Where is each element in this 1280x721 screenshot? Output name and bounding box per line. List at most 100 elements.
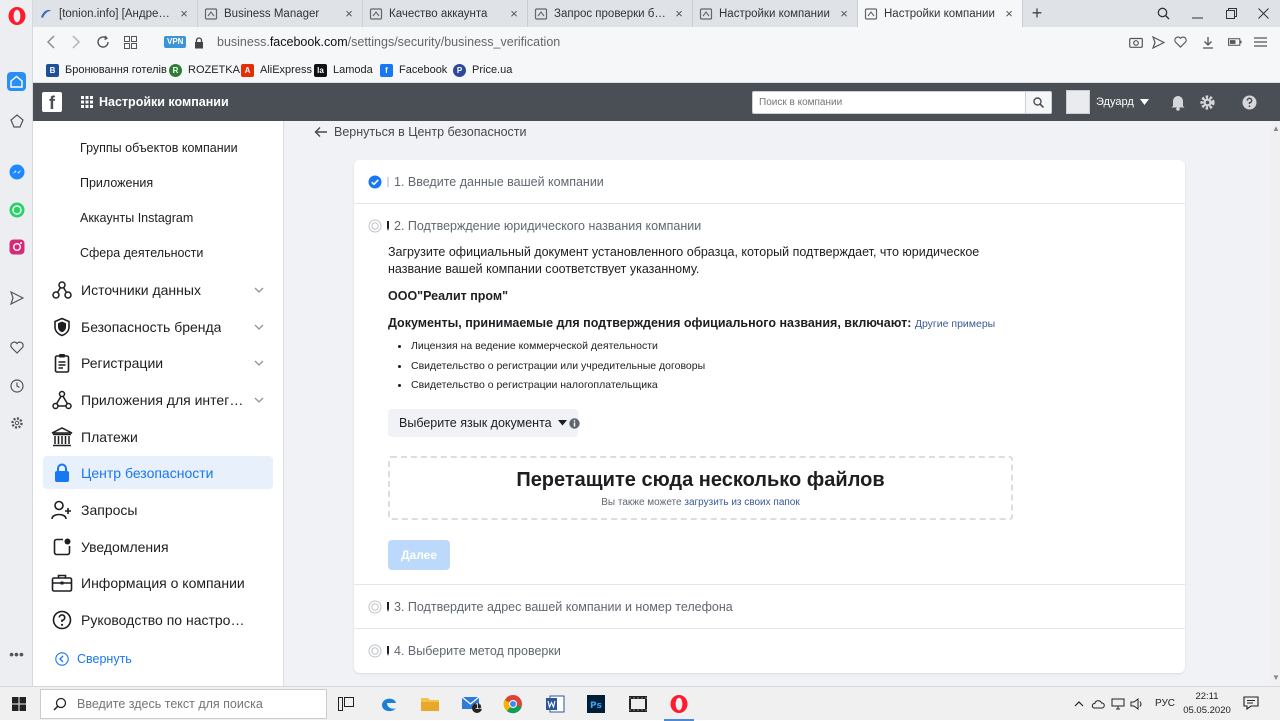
account-switcher[interactable]: Эдуард bbox=[1066, 90, 1149, 114]
menu-icon[interactable] bbox=[1253, 35, 1267, 49]
bookmark-lamoda[interactable]: la Lamoda bbox=[314, 62, 373, 78]
bookmark-facebook[interactable]: f Facebook bbox=[380, 62, 447, 78]
next-button[interactable]: Далее bbox=[388, 540, 450, 570]
sidebar-item-integrations[interactable]: Приложения для интеграции bbox=[43, 383, 273, 416]
taskbar-search-input[interactable] bbox=[77, 697, 317, 711]
bookmark-aliexpress[interactable]: A AliExpress bbox=[241, 62, 312, 78]
sidebar-subitem[interactable]: Аккаунты Instagram bbox=[80, 211, 193, 225]
edge-icon[interactable] bbox=[377, 692, 401, 716]
search-input[interactable] bbox=[753, 92, 1025, 113]
lock-icon[interactable] bbox=[191, 35, 207, 51]
browser-tab-active[interactable]: Настройки компании × bbox=[858, 0, 1023, 27]
vpn-badge[interactable]: VPN bbox=[164, 36, 187, 48]
windows-start-icon[interactable] bbox=[12, 697, 26, 711]
close-tab-icon[interactable]: × bbox=[837, 6, 851, 21]
send-icon[interactable] bbox=[1151, 35, 1165, 49]
url-field[interactable]: business.facebook.com/settings/security/… bbox=[217, 35, 560, 49]
step-1[interactable]: 1. Введите данные вашей компании bbox=[354, 160, 1185, 204]
apps-grid-icon[interactable] bbox=[81, 96, 93, 108]
system-clock[interactable]: 22:11 05.05.2020 bbox=[1182, 690, 1232, 718]
camera-icon[interactable] bbox=[1129, 35, 1143, 49]
video-editor-icon[interactable] bbox=[626, 692, 650, 716]
scroll-up-icon[interactable]: ▲ bbox=[1272, 125, 1280, 133]
more-icon[interactable]: ••• bbox=[7, 644, 26, 663]
home-icon[interactable] bbox=[7, 72, 26, 91]
collapse-sidebar-button[interactable]: Свернуть bbox=[55, 652, 132, 666]
bookmark-price[interactable]: P Price.ua bbox=[453, 62, 512, 78]
sidebar-item-security-center[interactable]: Центр безопасности bbox=[43, 456, 273, 489]
sidebar-subitem[interactable]: Приложения bbox=[80, 176, 153, 190]
settings-gear-icon[interactable] bbox=[7, 413, 26, 432]
network-icon[interactable] bbox=[1111, 697, 1125, 711]
sidebar-subitem[interactable]: Сфера деятельности bbox=[80, 246, 203, 260]
close-tab-icon[interactable]: × bbox=[672, 6, 686, 21]
chrome-icon[interactable] bbox=[501, 692, 525, 716]
close-tab-icon[interactable]: × bbox=[507, 6, 521, 21]
photoshop-icon[interactable]: Ps bbox=[584, 692, 608, 716]
info-icon[interactable] bbox=[569, 418, 580, 429]
new-tab-button[interactable]: + bbox=[1027, 3, 1047, 23]
messenger-icon[interactable] bbox=[7, 162, 26, 181]
sidebar-item-company-info[interactable]: Информация о компании bbox=[43, 566, 273, 599]
browser-tab[interactable]: Business Manager × bbox=[198, 0, 363, 27]
opera-logo-icon[interactable] bbox=[7, 6, 27, 26]
close-tab-icon[interactable]: × bbox=[342, 6, 356, 21]
step-3[interactable]: 3. Подтвердите адрес вашей компании и но… bbox=[354, 585, 1185, 629]
browser-tab[interactable]: Качество аккаунта × bbox=[363, 0, 528, 27]
cloud-icon[interactable] bbox=[1091, 697, 1105, 711]
search-button[interactable] bbox=[1025, 92, 1051, 113]
file-dropzone[interactable]: Перетащите сюда несколько файлов Вы такж… bbox=[388, 456, 1013, 520]
tabs-grid-icon[interactable] bbox=[122, 34, 138, 50]
sidebar-item-brand-safety[interactable]: Безопасность бренда bbox=[43, 310, 273, 343]
help-icon[interactable] bbox=[1240, 93, 1258, 111]
sidebar-item-payments[interactable]: Платежи bbox=[43, 420, 273, 453]
scroll-down-icon[interactable]: ▼ bbox=[1272, 674, 1280, 682]
close-tab-icon[interactable]: × bbox=[1002, 6, 1016, 21]
bookmark-rozetka[interactable]: R ROZETKA bbox=[169, 62, 240, 78]
sidebar-item-requests[interactable]: Запросы bbox=[43, 493, 273, 526]
page-scrollbar[interactable]: ▲ ▼ bbox=[1271, 121, 1280, 686]
browser-tab[interactable]: [tonion.info] [Андрей Мизь × bbox=[33, 0, 198, 27]
volume-icon[interactable] bbox=[1130, 697, 1144, 711]
chevron-up-icon[interactable] bbox=[1072, 697, 1086, 711]
sidebar-item-notifications[interactable]: Уведомления bbox=[43, 530, 273, 563]
sidebar-item-registrations[interactable]: Регистрации bbox=[43, 346, 273, 379]
sidebar-item-setup-guide[interactable]: Руководство по настройке bbox=[43, 603, 273, 636]
word-icon[interactable] bbox=[543, 692, 567, 716]
browser-tab[interactable]: Запрос проверки бизнес × bbox=[528, 0, 693, 27]
upload-from-folders-link[interactable]: загрузить из своих папок bbox=[684, 497, 799, 508]
download-icon[interactable] bbox=[1201, 35, 1215, 49]
document-language-select[interactable]: Выберите язык документа bbox=[388, 409, 578, 437]
battery-icon[interactable] bbox=[1228, 35, 1242, 49]
step-4[interactable]: 4. Выберите метод проверки bbox=[354, 629, 1185, 673]
send-icon[interactable] bbox=[7, 288, 26, 307]
action-center-icon[interactable] bbox=[1243, 696, 1259, 710]
other-examples-link[interactable]: Другие примеры bbox=[915, 318, 995, 330]
heart-icon[interactable] bbox=[1173, 35, 1187, 49]
back-to-security-center-link[interactable]: Вернуться в Центр безопасности bbox=[314, 125, 527, 139]
search-tabs-icon[interactable] bbox=[1146, 0, 1180, 27]
forward-icon[interactable] bbox=[68, 34, 84, 50]
file-explorer-icon[interactable] bbox=[418, 692, 442, 716]
gear-icon[interactable] bbox=[1198, 93, 1216, 111]
pinboard-icon[interactable] bbox=[7, 111, 26, 130]
browser-tab[interactable]: Настройки компании × bbox=[693, 0, 858, 27]
whatsapp-icon[interactable] bbox=[7, 200, 26, 219]
instagram-icon[interactable] bbox=[7, 237, 26, 256]
sidebar-subitem[interactable]: Группы объектов компании bbox=[80, 141, 238, 155]
back-icon[interactable] bbox=[43, 34, 59, 50]
heart-icon[interactable] bbox=[7, 338, 26, 357]
sidebar-item-data-sources[interactable]: Источники данных bbox=[43, 273, 273, 306]
bell-icon[interactable] bbox=[1169, 93, 1187, 111]
history-icon[interactable] bbox=[7, 376, 26, 395]
close-tab-icon[interactable]: × bbox=[177, 6, 191, 21]
reload-icon[interactable] bbox=[95, 34, 111, 50]
minimize-icon[interactable] bbox=[1180, 0, 1214, 27]
mail-icon[interactable]: 11 bbox=[460, 692, 484, 716]
bookmark-booking[interactable]: B Бронювання готелів bbox=[46, 62, 167, 78]
close-window-icon[interactable] bbox=[1246, 0, 1280, 27]
task-view-icon[interactable] bbox=[334, 692, 358, 716]
opera-taskbar-icon[interactable] bbox=[664, 692, 694, 721]
facebook-logo-icon[interactable]: f bbox=[42, 92, 62, 113]
input-language[interactable]: РУС bbox=[1155, 698, 1175, 709]
